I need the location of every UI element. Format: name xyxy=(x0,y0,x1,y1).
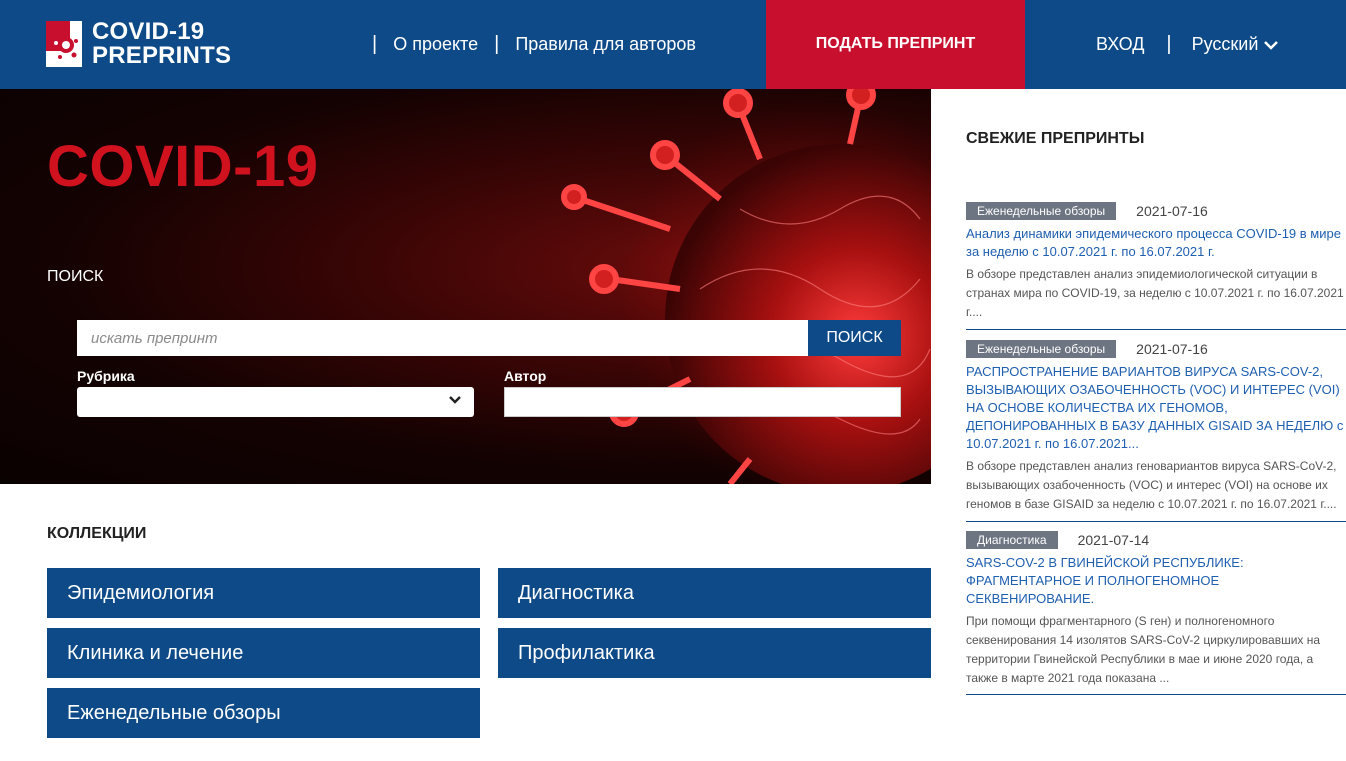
login-link[interactable]: ВХОД xyxy=(1096,34,1144,55)
hero-banner: COVID-19 ПОИСК ПОИСК Рубрика Автор xyxy=(0,89,931,484)
collection-prevention-button[interactable]: Профилактика xyxy=(498,628,931,678)
logo-line-2: PREPRINTS xyxy=(92,42,232,69)
coronavirus-illustration xyxy=(561,89,931,484)
news-item: Еженедельные обзоры 2021-07-16 РАСПРОСТР… xyxy=(966,340,1346,522)
nav-about-link[interactable]: О проекте xyxy=(393,34,478,55)
collection-epidemiology-button[interactable]: Эпидемиология xyxy=(47,568,480,618)
category-badge[interactable]: Еженедельные обзоры xyxy=(966,202,1117,220)
news-title-link[interactable]: SARS-COV-2 В ГВИНЕЙСКОЙ РЕСПУБЛИКЕ: ФРАГ… xyxy=(966,554,1346,608)
chevron-down-icon xyxy=(1264,40,1279,50)
search-input[interactable] xyxy=(77,320,808,356)
rubric-label: Рубрика xyxy=(77,368,135,384)
news-title-link[interactable]: Анализ динамики эпидемического процесса … xyxy=(966,225,1346,261)
author-label: Автор xyxy=(504,368,547,384)
author-input[interactable] xyxy=(504,387,901,417)
news-item: Еженедельные обзоры 2021-07-16 Анализ ди… xyxy=(966,202,1346,330)
collection-diagnostics-button[interactable]: Диагностика xyxy=(498,568,931,618)
news-description: В обзоре представлен анализ геноварианто… xyxy=(966,459,1337,511)
site-header: COVID-19 PREPRINTS | О проекте | Правила… xyxy=(0,0,1346,89)
nav-separator: | xyxy=(1166,33,1172,55)
news-date: 2021-07-16 xyxy=(1136,341,1208,357)
nav-author-rules-link[interactable]: Правила для авторов xyxy=(515,34,696,55)
site-logo[interactable]: COVID-19 PREPRINTS xyxy=(46,20,231,68)
news-description: При помощи фрагментарного (S ген) и полн… xyxy=(966,614,1321,685)
collection-clinic-button[interactable]: Клиника и лечение xyxy=(47,628,480,678)
recent-preprints-title: СВЕЖИЕ ПРЕПРИНТЫ xyxy=(966,130,1145,147)
news-item: Диагностика 2021-07-14 SARS-COV-2 В ГВИН… xyxy=(966,531,1346,695)
news-description: В обзоре представлен анализ эпидемиологи… xyxy=(966,267,1344,319)
chevron-down-icon xyxy=(449,396,461,404)
submit-preprint-button[interactable]: ПОДАТЬ ПРЕПРИНТ xyxy=(766,0,1025,89)
search-section-label: ПОИСК xyxy=(47,268,104,285)
news-date: 2021-07-14 xyxy=(1077,532,1150,548)
hero-title: COVID-19 xyxy=(47,134,319,199)
nav-separator: | xyxy=(494,33,500,55)
collection-weekly-reviews-button[interactable]: Еженедельные обзоры xyxy=(47,688,480,738)
language-label: Русский xyxy=(1191,34,1259,54)
news-title-link[interactable]: РАСПРОСТРАНЕНИЕ ВАРИАНТОВ ВИРУСА SARS-CO… xyxy=(966,363,1346,453)
category-badge[interactable]: Диагностика xyxy=(966,531,1058,549)
category-badge[interactable]: Еженедельные обзоры xyxy=(966,340,1117,358)
nav-separator: | xyxy=(372,33,378,55)
logo-line-1: COVID-19 xyxy=(92,18,205,45)
search-button[interactable]: ПОИСК xyxy=(808,320,901,356)
virus-logo-icon xyxy=(46,21,82,67)
main-nav: | О проекте | Правила для авторов xyxy=(356,0,696,89)
news-date: 2021-07-16 xyxy=(1136,203,1208,219)
rubric-select[interactable] xyxy=(77,387,474,417)
collections-title: КОЛЛЕКЦИИ xyxy=(47,525,147,542)
user-nav: ВХОД | Русский xyxy=(1096,0,1279,89)
language-selector[interactable]: Русский xyxy=(1192,34,1279,55)
